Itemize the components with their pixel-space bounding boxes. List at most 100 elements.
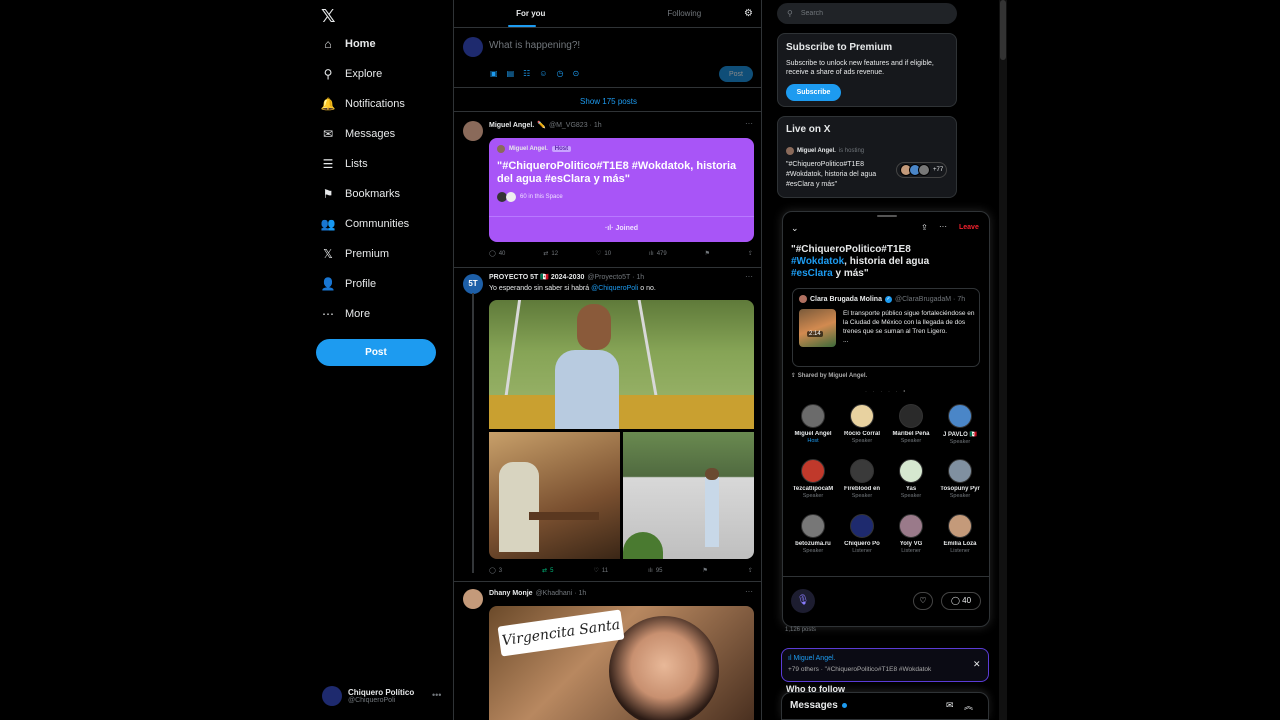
hashtag-link[interactable]: #esClara [791,268,833,279]
pinned-tweet[interactable]: Clara Brugada Molina ✓ @ClaraBrugadaM · … [792,288,980,367]
leave-button[interactable]: Leave [959,224,979,231]
nav-lists[interactable]: ☰ Lists [321,152,368,176]
live-space-title[interactable]: "#ChiqueroPolitico#T1E8 #Wokdatok, histo… [786,160,894,190]
nav-premium[interactable]: 𝕏 Premium [321,242,389,266]
tab-for-you[interactable]: For you [454,0,608,27]
joined-button[interactable]: ·ıl· Joined [489,216,754,232]
comments-button[interactable]: ◯ 40 [941,592,981,610]
avatar [463,121,483,141]
tweet-author[interactable]: Dhany Monje [489,590,533,597]
close-icon[interactable]: ✕ [973,659,981,670]
scrollbar[interactable] [999,0,1007,720]
space-participant[interactable]: Maribel Peña Speaker [887,404,935,444]
share-icon[interactable]: ⇪ [921,223,928,232]
share-icon[interactable]: ⇪ [748,250,753,257]
media-photo[interactable] [623,432,754,559]
bookmark-icon[interactable]: ⚑ [703,567,708,574]
live-host-name: Miguel Angel. [797,148,836,154]
media-photo[interactable]: Virgencita Santa [489,606,754,720]
nav-notifications[interactable]: 🔔 Notifications [321,92,405,116]
nav-home[interactable]: ⌂ Home [321,32,375,56]
avatar [463,37,483,57]
space-participant[interactable]: betozuma.ru Speaker [789,514,837,554]
more-icon[interactable]: ••• [432,690,441,700]
schedule-icon[interactable]: ◷ [556,69,563,78]
like-button[interactable]: ♡ 11 [593,567,609,575]
post-button[interactable]: Post [316,339,436,366]
media-photo[interactable] [489,432,620,559]
nav-more[interactable]: ⋯ More [321,302,370,326]
nav-profile[interactable]: 👤 Profile [321,272,377,296]
space-card[interactable]: Miguel Angel. Host "#ChiqueroPolitico#T1… [489,138,754,242]
space-participant[interactable]: Chiquero Po Listener [838,514,886,554]
mention-link[interactable]: @ChiqueroPoli [591,285,638,292]
emoji-icon[interactable]: ☺ [539,69,547,78]
media-photo[interactable] [489,300,754,429]
space-participant[interactable]: J PAVLO 🇲🇽 Speaker [936,404,984,445]
people-icon: 👥 [320,217,336,231]
views-button[interactable]: ılı 95 [648,567,662,574]
tweet-author[interactable]: PROYECTO 5T 🇲🇽 2024-2030 [489,273,584,281]
poll-icon[interactable]: ☷ [523,69,530,78]
search-box[interactable]: ⚲ [777,3,957,24]
participant-name: Miguel Angel [794,431,832,437]
chevron-down-icon[interactable]: ⌄ [791,223,799,234]
title-part: y más" [832,268,869,279]
more-icon[interactable]: ··· [745,587,753,596]
space-participant[interactable]: Emilia Loza Listener [936,514,984,554]
space-participant[interactable]: TezcatlipocaM Speaker [789,459,837,499]
drag-handle[interactable] [877,215,897,217]
avatar: 5T [463,274,483,294]
reply-button[interactable]: ◯ 40 [489,250,505,258]
x-logo-icon[interactable]: 𝕏 [321,6,336,27]
share-icon[interactable]: ⇪ [748,567,753,574]
compose-input[interactable]: What is happening?! [489,40,580,51]
x-logo-icon: 𝕏 [323,247,333,261]
more-icon[interactable]: ··· [745,119,753,128]
space-participant[interactable]: Fireblood en Speaker [838,459,886,499]
avatar [801,404,825,428]
nav-communities[interactable]: 👥 Communities [320,212,410,236]
space-participant[interactable]: Tosopuny Pyr Speaker [936,459,984,499]
retweet-button[interactable]: ⇄ 12 [543,250,558,258]
reply-button[interactable]: ◯ 3 [489,567,502,575]
retweet-button[interactable]: ⇄ 5 [542,567,554,575]
space-participant[interactable]: Yoly VG Listener [887,514,935,554]
microphone-icon[interactable]: 🎙 [791,589,815,613]
bookmark-icon[interactable]: ⚑ [705,250,710,257]
show-new-posts[interactable]: Show 175 posts [454,92,761,112]
gif-icon[interactable]: ▤ [507,69,515,78]
mini-space-bar[interactable]: ıl Miguel Angel. +79 others · "#Chiquero… [781,648,989,682]
shared-by-label: Shared by Miguel Angel. [797,373,868,379]
more-icon[interactable]: ··· [745,272,753,281]
subscribe-button[interactable]: Subscribe [786,84,841,101]
tab-following[interactable]: Following [608,0,762,27]
space-participant[interactable]: Miguel Angel Host [789,404,837,444]
scrollbar-thumb[interactable] [1000,0,1006,60]
search-input[interactable] [800,10,941,17]
avatar [463,589,483,609]
image-icon[interactable]: ▣ [490,69,498,78]
nav-bookmarks[interactable]: ⚑ Bookmarks [321,182,400,206]
video-thumbnail[interactable]: 2:14 [799,309,836,347]
chevron-up-icon[interactable]: ︽ [964,699,973,712]
new-message-icon[interactable]: ✉ [946,700,954,711]
compose-post-button[interactable]: Post [719,66,753,82]
account-switcher[interactable]: Chiquero Político @ChiqueroPoli [322,686,414,706]
space-participant[interactable]: Rocío Corral Speaker [838,404,886,444]
views-button[interactable]: ılı 479 [649,250,667,257]
nav-messages[interactable]: ✉ Messages [321,122,395,146]
gear-icon[interactable]: ⚙ [744,8,753,19]
react-button[interactable]: ♡ [913,592,933,610]
space-participant[interactable]: Yas Speaker [887,459,935,499]
hashtag-link[interactable]: #Wokdatok [791,256,844,267]
participant-name: J PAVLO 🇲🇽 [943,432,977,438]
like-button[interactable]: ♡ 10 [596,250,611,258]
messages-drawer[interactable]: Messages ✉ ︽ [781,692,989,720]
nav-explore[interactable]: ⚲ Explore [321,62,383,86]
location-icon[interactable]: ⊙ [572,69,579,78]
heart-icon: ♡ [593,568,599,574]
tweet-author[interactable]: Miguel Angel. [489,122,534,129]
more-icon[interactable]: ··· [939,222,947,231]
retweet-count: 5 [550,567,554,574]
